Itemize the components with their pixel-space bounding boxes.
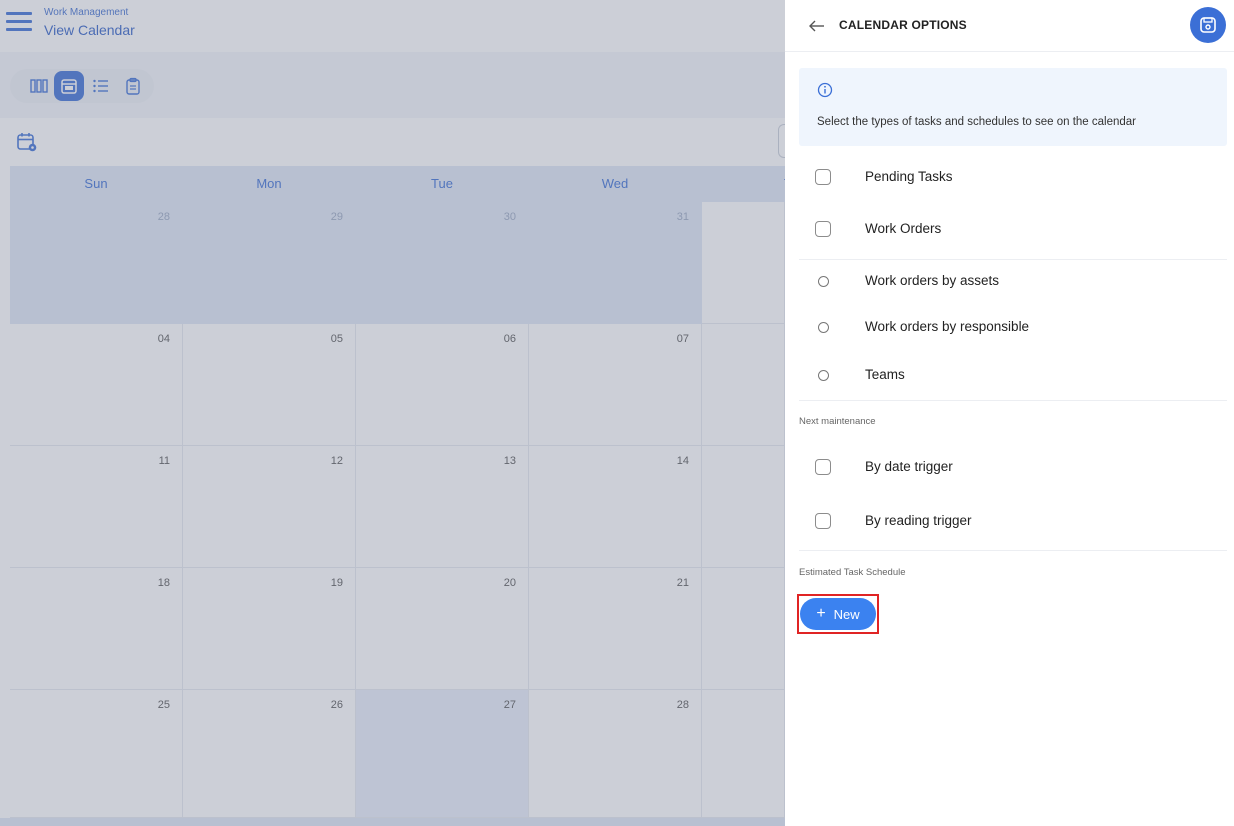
- option-by-date-trigger[interactable]: By date trigger: [799, 446, 1227, 490]
- option-label: Work orders by responsible: [865, 319, 1030, 334]
- plus-icon: +: [816, 605, 826, 622]
- divider: [799, 550, 1227, 551]
- save-button[interactable]: [1190, 7, 1226, 43]
- option-teams[interactable]: Teams: [799, 354, 1227, 398]
- option-pending-tasks[interactable]: Pending Tasks: [799, 156, 1227, 200]
- option-work-orders-by-responsible[interactable]: Work orders by responsible: [799, 306, 1227, 350]
- panel-header: CALENDAR OPTIONS: [785, 0, 1234, 52]
- by-date-trigger-checkbox[interactable]: [815, 459, 831, 475]
- calendar-options-panel: CALENDAR OPTIONS Select the types of tas…: [785, 0, 1234, 826]
- option-label: Work Orders: [865, 221, 942, 236]
- info-text: Select the types of tasks and schedules …: [817, 116, 1137, 128]
- info-banner: Select the types of tasks and schedules …: [799, 68, 1227, 146]
- option-label: Teams: [865, 367, 905, 382]
- option-label: By date trigger: [865, 459, 953, 474]
- option-work-orders-by-assets[interactable]: Work orders by assets: [799, 260, 1227, 304]
- new-button-label: New: [833, 606, 860, 622]
- option-label: Pending Tasks: [865, 169, 953, 184]
- option-label: Work orders by assets: [865, 273, 1000, 288]
- section-label-next-maintenance: Next maintenance: [799, 416, 876, 427]
- arrow-left-icon[interactable]: [807, 16, 827, 36]
- modal-overlay[interactable]: [0, 0, 785, 826]
- by-assets-radio[interactable]: [818, 276, 829, 287]
- pending-tasks-checkbox[interactable]: [815, 169, 831, 185]
- new-schedule-button[interactable]: + New: [800, 598, 876, 630]
- divider: [799, 400, 1227, 401]
- save-icon: [1200, 17, 1216, 33]
- teams-radio[interactable]: [818, 370, 829, 381]
- by-reading-trigger-checkbox[interactable]: [815, 513, 831, 529]
- info-icon: [817, 82, 833, 98]
- work-orders-checkbox[interactable]: [815, 221, 831, 237]
- option-by-reading-trigger[interactable]: By reading trigger: [799, 500, 1227, 544]
- option-label: By reading trigger: [865, 513, 972, 528]
- section-label-estimated-task-schedule: Estimated Task Schedule: [799, 567, 906, 578]
- by-responsible-radio[interactable]: [818, 322, 829, 333]
- option-work-orders[interactable]: Work Orders: [799, 208, 1227, 252]
- panel-title: CALENDAR OPTIONS: [839, 18, 967, 32]
